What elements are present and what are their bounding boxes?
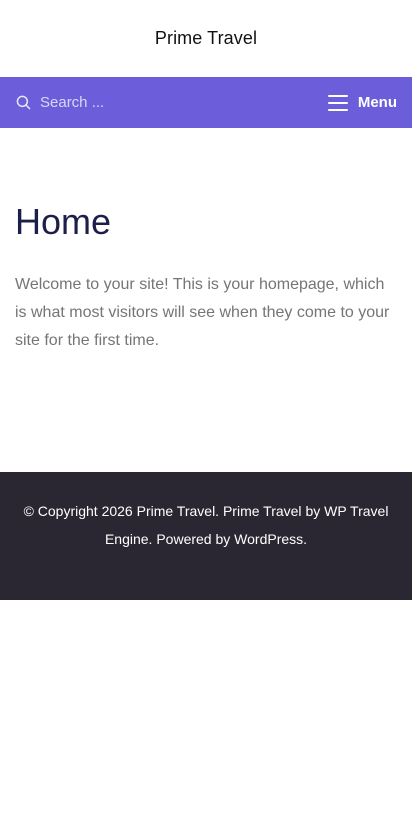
footer-copyright: © Copyright 2026 Prime Travel. Prime Tra… bbox=[20, 497, 392, 553]
site-header: Prime Travel bbox=[0, 0, 412, 77]
site-title-link[interactable]: Prime Travel bbox=[155, 28, 257, 49]
copyright-text: © Copyright 2026 Prime Travel. bbox=[23, 503, 220, 519]
menu-label: Menu bbox=[357, 94, 397, 111]
page-title: Home bbox=[15, 201, 112, 242]
footer-wordpress-link[interactable]: WordPress bbox=[234, 531, 303, 547]
footer-period: . bbox=[148, 531, 153, 547]
menu-toggle-button[interactable]: Menu bbox=[327, 77, 397, 128]
search-form bbox=[15, 77, 328, 128]
footer-site-link[interactable]: Prime Travel bbox=[223, 503, 302, 519]
footer-powered-text: Powered by bbox=[156, 531, 231, 547]
page-body-text: Welcome to your site! This is your homep… bbox=[15, 276, 390, 350]
main-content: Home Welcome to your site! This is your … bbox=[0, 128, 412, 472]
hamburger-menu-icon bbox=[327, 94, 348, 111]
footer-period-end: . bbox=[303, 531, 308, 547]
site-footer: © Copyright 2026 Prime Travel. Prime Tra… bbox=[0, 472, 412, 600]
search-input[interactable] bbox=[40, 94, 220, 111]
navigation-bar: Menu bbox=[0, 77, 412, 128]
search-icon[interactable] bbox=[15, 95, 31, 111]
footer-by-text: by bbox=[305, 503, 321, 519]
